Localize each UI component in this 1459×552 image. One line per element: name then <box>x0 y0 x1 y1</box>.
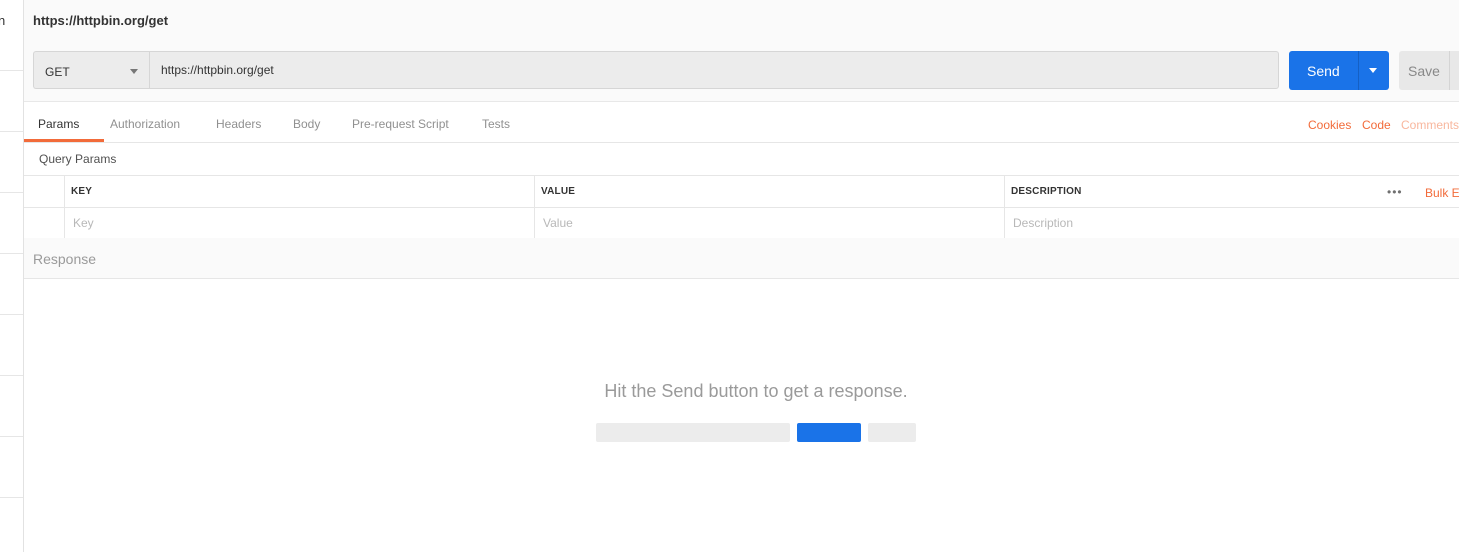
sidebar-row[interactable] <box>0 314 23 315</box>
request-bar: GET Send Save <box>24 40 1459 102</box>
code-link[interactable]: Code <box>1362 118 1391 132</box>
tab-headers[interactable]: Headers <box>216 117 261 131</box>
send-button[interactable]: Send <box>1289 51 1389 90</box>
request-panel: https://httpbin.org/get GET Send Save Pa… <box>24 0 1459 552</box>
active-tab-indicator <box>24 139 104 142</box>
send-divider <box>1358 51 1359 90</box>
tab-params[interactable]: Params <box>38 117 79 131</box>
response-label: Response <box>33 251 97 267</box>
save-divider <box>1449 51 1450 90</box>
sidebar-row[interactable] <box>0 131 23 132</box>
send-options-chevron-icon[interactable] <box>1369 68 1377 73</box>
comments-link[interactable]: Comments <box>1401 118 1459 132</box>
request-title-bar: https://httpbin.org/get <box>24 0 1459 41</box>
sidebar-peek-text[interactable]: n <box>0 13 5 28</box>
sidebar-row[interactable] <box>0 70 23 71</box>
params-table: KEY VALUE DESCRIPTION ••• Bulk Edit Key … <box>24 175 1459 239</box>
sidebar-row[interactable] <box>0 436 23 437</box>
method-label: GET <box>45 65 70 79</box>
chevron-down-icon <box>130 69 138 74</box>
table-divider <box>534 176 535 238</box>
placeholder-bar <box>868 423 916 442</box>
tab-pre-request-script[interactable]: Pre-request Script <box>352 117 449 131</box>
more-options-icon[interactable]: ••• <box>1387 185 1403 199</box>
description-input[interactable]: Description <box>1013 216 1073 230</box>
request-tabs: Params Authorization Headers Body Pre-re… <box>24 102 1459 143</box>
key-input[interactable]: Key <box>73 216 94 230</box>
cookies-link[interactable]: Cookies <box>1308 118 1351 132</box>
placeholder-bar <box>596 423 790 442</box>
send-label: Send <box>1307 63 1340 79</box>
response-header: Response <box>24 238 1459 279</box>
save-button[interactable]: Save <box>1399 51 1459 90</box>
column-header-description: DESCRIPTION <box>1011 186 1082 197</box>
value-input[interactable]: Value <box>543 216 573 230</box>
bulk-edit-link[interactable]: Bulk Edit <box>1425 186 1459 200</box>
sidebar-row[interactable] <box>0 192 23 193</box>
query-params-title: Query Params <box>39 152 117 166</box>
sidebar-row[interactable] <box>0 497 23 498</box>
tab-body[interactable]: Body <box>293 117 320 131</box>
method-select[interactable]: GET <box>33 51 149 89</box>
tab-tests[interactable]: Tests <box>482 117 510 131</box>
save-label: Save <box>1408 63 1440 79</box>
sidebar-row[interactable] <box>0 375 23 376</box>
column-header-value: VALUE <box>541 186 576 197</box>
sidebar: n <box>0 0 24 552</box>
tab-authorization[interactable]: Authorization <box>110 117 180 131</box>
empty-response-message: Hit the Send button to get a response. <box>604 381 908 401</box>
sidebar-row[interactable] <box>0 253 23 254</box>
placeholder-button <box>797 423 861 442</box>
table-divider <box>64 176 65 238</box>
table-divider <box>24 207 1459 208</box>
request-title[interactable]: https://httpbin.org/get <box>33 13 168 28</box>
column-header-key: KEY <box>71 186 93 197</box>
url-input[interactable] <box>149 51 1279 89</box>
table-divider <box>1004 176 1005 238</box>
